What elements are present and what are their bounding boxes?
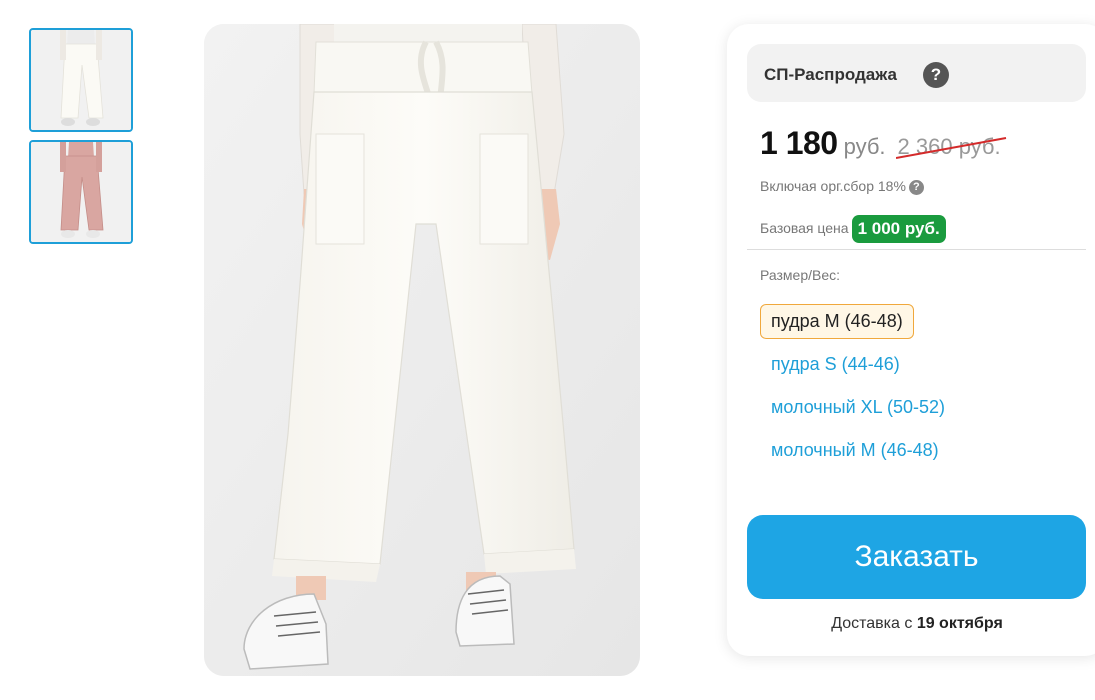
delivery-info: Доставка с 19 октября	[727, 615, 1095, 633]
fee-info: Включая орг.сбор 18%?	[760, 178, 924, 195]
order-button[interactable]: Заказать	[747, 515, 1086, 599]
base-price: Базовая цена 1 000 руб.	[760, 215, 946, 243]
size-label: Размер/Вес:	[760, 267, 841, 283]
base-price-label: Базовая цена	[760, 220, 849, 236]
price-currency: руб.	[843, 134, 886, 159]
thumbnail-white-pants[interactable]	[29, 28, 133, 132]
fee-help-icon[interactable]: ?	[908, 180, 924, 195]
purchase-panel: СП-Распродажа ? 1 180 руб. 2 360 руб. Вклю…	[727, 24, 1095, 656]
delivery-date: 19 октября	[916, 615, 1003, 632]
delivery-prefix: Доставка с	[831, 615, 913, 632]
thumbnail-pink-pants[interactable]	[29, 140, 133, 244]
base-price-badge: 1 000 руб.	[851, 215, 946, 243]
strikethrough-line	[895, 137, 1006, 159]
help-icon[interactable]: ?	[923, 62, 949, 88]
thumbnail-list	[29, 28, 133, 252]
price-row: 1 180 руб. 2 360 руб.	[760, 125, 1006, 162]
sale-header: СП-Распродажа	[747, 44, 1086, 102]
size-options: пудра M (46-48) пудра S (44-46) молочный…	[760, 304, 956, 476]
product-image	[204, 24, 640, 676]
size-option[interactable]: пудра S (44-46)	[760, 347, 911, 382]
old-price-container: 2 360 руб.	[895, 134, 1006, 160]
sale-title: СП-Распродажа	[764, 65, 897, 84]
thumbnail-white-pants-image	[31, 30, 131, 130]
current-price: 1 180	[760, 125, 838, 161]
thumbnail-pink-pants-image	[31, 142, 131, 242]
size-option[interactable]: молочный M (46-48)	[760, 433, 950, 468]
fee-text: Включая орг.сбор 18%	[760, 178, 906, 194]
size-option-selected[interactable]: пудра M (46-48)	[760, 304, 914, 339]
size-option[interactable]: молочный XL (50-52)	[760, 390, 956, 425]
main-product-photo[interactable]	[204, 24, 640, 676]
divider	[747, 249, 1086, 250]
